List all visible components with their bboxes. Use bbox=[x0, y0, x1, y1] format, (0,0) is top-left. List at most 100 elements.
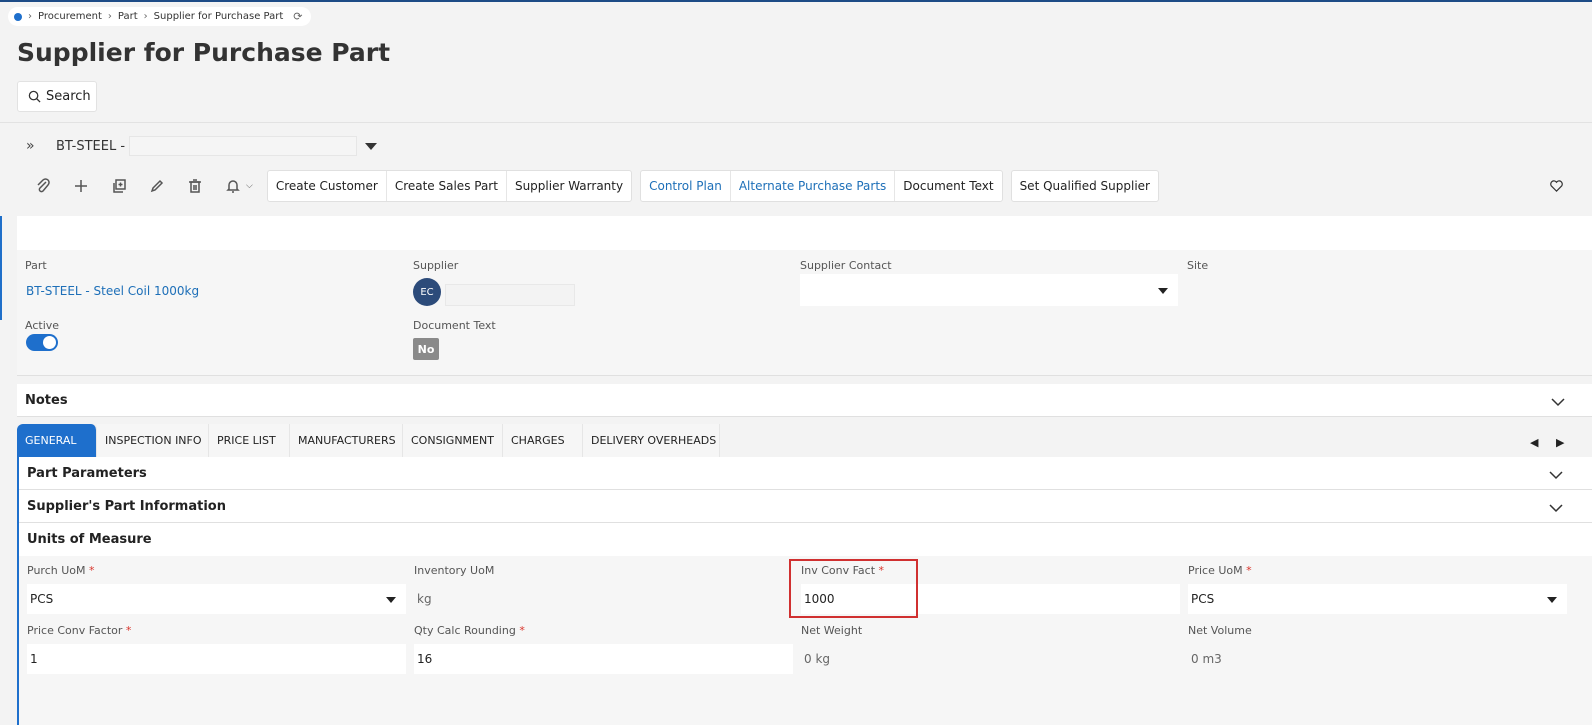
active-label: Active bbox=[25, 319, 60, 332]
purch-uom-value: PCS bbox=[30, 592, 54, 606]
bell-icon bbox=[226, 180, 240, 193]
edit-icon bbox=[150, 179, 164, 193]
chevron-down-icon[interactable] bbox=[1549, 469, 1563, 480]
tab-general[interactable]: GENERAL bbox=[17, 424, 97, 457]
delete-button[interactable] bbox=[176, 171, 214, 201]
duplicate-button[interactable] bbox=[100, 171, 138, 201]
supplier-contact-select[interactable] bbox=[800, 274, 1178, 306]
price-uom-field: Price UoM * PCS bbox=[1188, 564, 1567, 614]
price-conv-factor-label: Price Conv Factor bbox=[27, 624, 123, 637]
heart-icon[interactable] bbox=[1549, 178, 1564, 193]
tab-scroll-right-icon[interactable]: ▶ bbox=[1556, 436, 1564, 449]
tab-charges[interactable]: CHARGES bbox=[503, 424, 583, 457]
inventory-uom-value: kg bbox=[417, 592, 432, 606]
breadcrumb-part[interactable]: Part bbox=[118, 11, 138, 22]
tab-scroll-left-icon[interactable]: ◀ bbox=[1530, 436, 1538, 449]
document-text-button[interactable]: Document Text bbox=[895, 171, 1001, 201]
delete-icon bbox=[189, 179, 201, 193]
tab-manufacturers[interactable]: MANUFACTURERS bbox=[290, 424, 403, 457]
required-marker: * bbox=[1246, 564, 1252, 577]
create-customer-button[interactable]: Create Customer bbox=[268, 171, 387, 201]
price-uom-select[interactable]: PCS bbox=[1188, 584, 1567, 614]
control-plan-button[interactable]: Control Plan bbox=[641, 171, 731, 201]
units-of-measure-section: Units of Measure bbox=[19, 523, 1592, 556]
net-weight-value: 0 kg bbox=[804, 652, 831, 666]
net-weight-field: Net Weight 0 kg bbox=[801, 624, 1180, 674]
button-group-2: Control Plan Alternate Purchase Parts Do… bbox=[640, 170, 1003, 202]
attach-button[interactable] bbox=[24, 171, 62, 201]
price-conv-factor-field: Price Conv Factor * 1 bbox=[27, 624, 406, 674]
supplier-warranty-button[interactable]: Supplier Warranty bbox=[507, 171, 631, 201]
status-badge: No bbox=[413, 338, 439, 360]
section-title: Units of Measure bbox=[27, 532, 152, 547]
breadcrumb-procurement[interactable]: Procurement bbox=[38, 11, 102, 22]
active-toggle[interactable] bbox=[26, 334, 58, 351]
header-card-top bbox=[17, 216, 1592, 250]
highlight-box bbox=[789, 559, 918, 618]
required-marker: * bbox=[125, 624, 132, 637]
site-label: Site bbox=[1187, 259, 1209, 272]
purch-uom-select[interactable]: PCS bbox=[27, 584, 406, 614]
notes-section[interactable]: Notes bbox=[17, 384, 1592, 417]
qty-calc-rounding-field: Qty Calc Rounding * 16 bbox=[414, 624, 793, 674]
chevron-down-icon[interactable] bbox=[1549, 502, 1563, 513]
net-volume-field: Net Volume 0 m3 bbox=[1188, 624, 1567, 674]
breadcrumb: › Procurement › Part › Supplier for Purc… bbox=[8, 7, 311, 26]
supplier-contact-label: Supplier Contact bbox=[800, 259, 892, 272]
part-link[interactable]: BT-STEEL - Steel Coil 1000kg bbox=[26, 284, 199, 298]
supplier-part-info-section[interactable]: Supplier's Part Information bbox=[19, 490, 1592, 523]
divider bbox=[0, 122, 1592, 123]
alternate-purchase-parts-button[interactable]: Alternate Purchase Parts bbox=[731, 171, 896, 201]
part-label: Part bbox=[25, 259, 47, 272]
field-label: Price Conv Factor * bbox=[27, 624, 406, 639]
left-accent-bar bbox=[0, 216, 2, 320]
tab-delivery-overheads[interactable]: DELIVERY OVERHEADS bbox=[583, 424, 720, 457]
field-label: Purch UoM * bbox=[27, 564, 406, 579]
button-group-1: Create Customer Create Sales Part Suppli… bbox=[266, 170, 633, 202]
header-card: Part BT-STEEL - Steel Coil 1000kg Suppli… bbox=[17, 250, 1592, 376]
add-button[interactable] bbox=[62, 171, 100, 201]
purch-uom-label: Purch UoM bbox=[27, 564, 86, 577]
home-icon[interactable] bbox=[14, 12, 22, 21]
button-group-3: Set Qualified Supplier bbox=[1010, 170, 1159, 202]
field-label: Inventory UoM bbox=[414, 564, 793, 579]
avatar[interactable]: EC bbox=[413, 278, 441, 306]
net-volume-label: Net Volume bbox=[1188, 624, 1252, 637]
qty-calc-rounding-input[interactable]: 16 bbox=[414, 644, 793, 674]
edit-button[interactable] bbox=[138, 171, 176, 201]
chevron-down-icon bbox=[386, 597, 396, 603]
toggle-knob bbox=[43, 336, 56, 349]
price-uom-label: Price UoM bbox=[1188, 564, 1243, 577]
price-conv-factor-input[interactable]: 1 bbox=[27, 644, 406, 674]
chevron-down-icon[interactable]: ⌵ bbox=[246, 181, 253, 191]
net-volume-value: 0 m3 bbox=[1191, 652, 1222, 666]
breadcrumb-current: Supplier for Purchase Part bbox=[153, 11, 284, 22]
supplier-name-field bbox=[445, 284, 575, 306]
double-chevron-right-icon[interactable]: » bbox=[26, 138, 48, 154]
duplicate-icon bbox=[113, 179, 126, 193]
inventory-uom-field: Inventory UoM kg bbox=[414, 564, 793, 614]
section-title: Part Parameters bbox=[27, 465, 147, 481]
qty-calc-rounding-label: Qty Calc Rounding bbox=[414, 624, 516, 637]
chevron-down-icon[interactable] bbox=[1551, 396, 1565, 407]
search-label: Search bbox=[46, 89, 91, 104]
set-qualified-supplier-button[interactable]: Set Qualified Supplier bbox=[1012, 171, 1158, 201]
part-parameters-section[interactable]: Part Parameters bbox=[19, 457, 1592, 490]
record-dropdown-caret-icon[interactable] bbox=[365, 142, 378, 150]
document-text-label: Document Text bbox=[413, 319, 496, 332]
chevron-right-icon: › bbox=[107, 11, 112, 22]
tab-inspection-info[interactable]: INSPECTION INFO bbox=[97, 424, 209, 457]
field-label: Net Volume bbox=[1188, 624, 1567, 639]
section-title: Supplier's Part Information bbox=[27, 498, 226, 514]
tab-price-list[interactable]: PRICE LIST bbox=[209, 424, 290, 457]
search-button[interactable]: Search bbox=[17, 81, 97, 112]
tab-consignment[interactable]: CONSIGNMENT bbox=[403, 424, 503, 457]
create-sales-part-button[interactable]: Create Sales Part bbox=[387, 171, 507, 201]
net-weight-label: Net Weight bbox=[801, 624, 863, 637]
record-selector: » BT-STEEL - bbox=[26, 134, 378, 158]
record-key: BT-STEEL - bbox=[56, 138, 126, 154]
price-uom-value: PCS bbox=[1191, 592, 1215, 606]
field-label: Price UoM * bbox=[1188, 564, 1567, 579]
refresh-icon[interactable]: ⟳ bbox=[293, 10, 302, 23]
chevron-down-icon bbox=[1547, 597, 1557, 603]
